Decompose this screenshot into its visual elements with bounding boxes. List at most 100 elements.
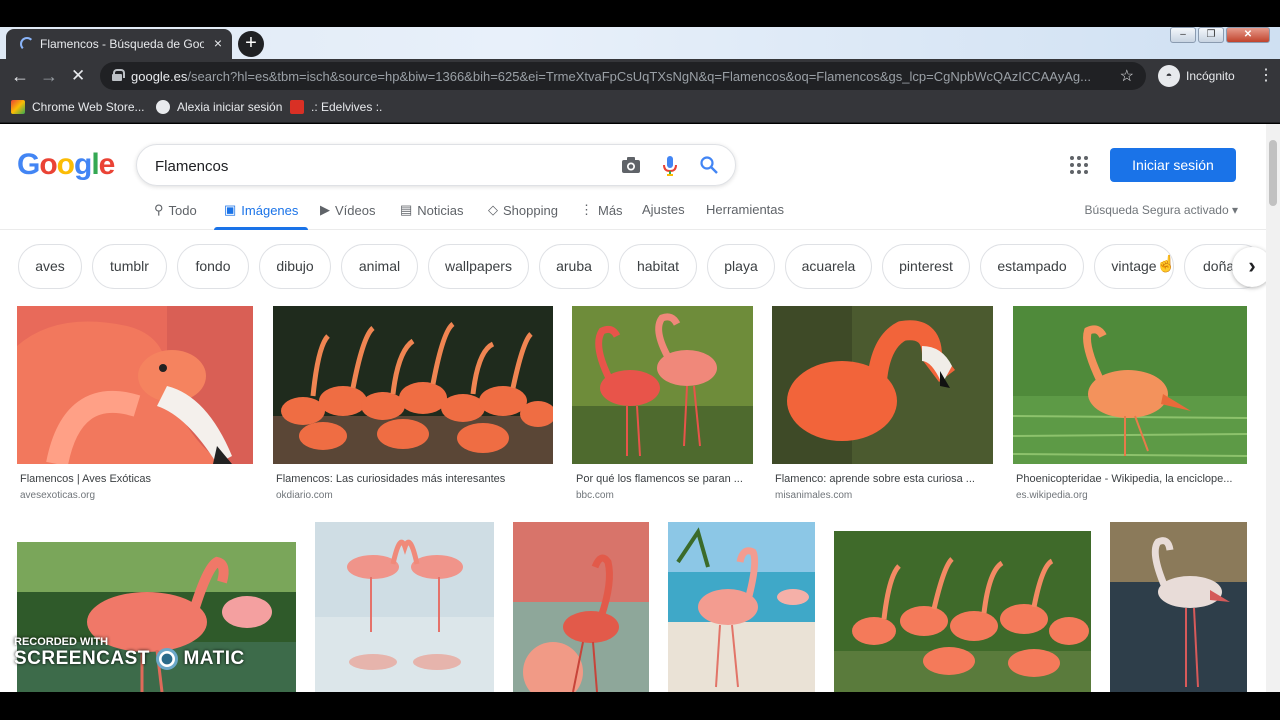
- safesearch-label: Búsqueda Segura activado: [1084, 203, 1229, 217]
- chip[interactable]: estampado: [980, 244, 1084, 289]
- result-source: bbc.com: [576, 490, 614, 501]
- chip[interactable]: tumblr: [92, 244, 167, 289]
- result-caption[interactable]: Flamencos | Aves Exóticas avesexoticas.or…: [20, 473, 253, 501]
- chip[interactable]: pinterest: [882, 244, 970, 289]
- chip[interactable]: acuarela: [785, 244, 872, 289]
- browser-menu-icon[interactable]: ⋮: [1258, 65, 1274, 85]
- more-vert-icon: ⋮: [580, 202, 593, 217]
- active-tab-indicator: [214, 227, 308, 230]
- chip[interactable]: dibujo: [259, 244, 331, 289]
- bookmark-label: .: Edelvives :.: [311, 100, 383, 114]
- result-caption[interactable]: Flamencos: Las curiosidades más interesa…: [276, 473, 553, 501]
- search-icon[interactable]: [700, 156, 718, 179]
- result-title: Flamencos | Aves Exóticas: [20, 473, 152, 485]
- incognito-icon: ◓: [1158, 65, 1180, 87]
- window-controls: ‒ ❐ ✕: [1170, 27, 1270, 43]
- tab-images[interactable]: ▣ Imágenes: [224, 202, 298, 218]
- result-image[interactable]: [17, 306, 253, 464]
- chevron-right-icon[interactable]: ›: [1232, 247, 1266, 287]
- search-box: [136, 144, 736, 186]
- restore-button[interactable]: ❐: [1198, 27, 1224, 43]
- google-apps-icon[interactable]: [1070, 156, 1088, 174]
- new-tab-button[interactable]: +: [238, 31, 264, 57]
- bookmarks-bar: Chrome Web Store... Alexia iniciar sesió…: [0, 93, 1280, 123]
- tab-news[interactable]: ▤ Noticias: [400, 202, 464, 218]
- dropdown-arrow-icon: ▾: [1231, 203, 1238, 217]
- result-image[interactable]: [668, 522, 815, 692]
- bookmark-alexia[interactable]: Alexia iniciar sesión: [156, 100, 282, 114]
- watermark-screencast: SCREENCAST: [14, 648, 150, 670]
- settings-link[interactable]: Ajustes: [642, 202, 685, 217]
- mouse-pointer-icon: ☝: [1156, 256, 1176, 273]
- logo-letter: g: [74, 148, 92, 181]
- lock-icon: [112, 69, 125, 81]
- tools-link[interactable]: Herramientas: [706, 202, 784, 217]
- minimize-button[interactable]: ‒: [1170, 27, 1196, 43]
- watermark-line1: RECORDED WITH: [14, 636, 109, 648]
- chip[interactable]: playa: [707, 244, 775, 289]
- bookmark-chrome-web-store[interactable]: Chrome Web Store...: [11, 100, 145, 114]
- tab-label: Shopping: [503, 202, 558, 218]
- result-source: es.wikipedia.org: [1016, 490, 1088, 501]
- tab-all[interactable]: ⚲ Todo: [154, 202, 197, 218]
- chip[interactable]: animal: [341, 244, 418, 289]
- result-image[interactable]: [772, 306, 993, 464]
- window-close-button[interactable]: ✕: [1226, 27, 1270, 43]
- chip[interactable]: aves: [18, 244, 82, 289]
- screen: Flamencos - Búsqueda de Google × + ‒ ❐ ✕…: [0, 0, 1280, 720]
- bookmark-label: Alexia iniciar sesión: [177, 100, 283, 114]
- browser-tab[interactable]: Flamencos - Búsqueda de Google ×: [6, 29, 232, 59]
- tab-videos[interactable]: ▶ Vídeos: [320, 202, 375, 218]
- video-icon: ▶: [320, 202, 330, 217]
- chip[interactable]: habitat: [619, 244, 697, 289]
- chip[interactable]: wallpapers: [428, 244, 529, 289]
- tab-more[interactable]: ⋮ Más: [580, 202, 623, 218]
- sign-in-button[interactable]: Iniciar sesión: [1110, 148, 1236, 182]
- result-image[interactable]: [572, 306, 753, 464]
- result-caption[interactable]: Phoenicopteridae - Wikipedia, la enciclo…: [1016, 473, 1247, 501]
- edelvives-icon: [290, 100, 304, 114]
- result-image[interactable]: [315, 522, 494, 692]
- result-caption[interactable]: Por qué los flamencos se paran ... bbc.co…: [576, 473, 753, 501]
- result-title: Por qué los flamencos se paran ...: [576, 473, 743, 485]
- result-image[interactable]: [1013, 306, 1247, 464]
- incognito-indicator[interactable]: ◓ Incógnito: [1158, 65, 1235, 87]
- stop-loading-icon[interactable]: ✕: [71, 66, 85, 86]
- address-bar[interactable]: google.es/search?hl=es&tbm=isch&source=h…: [100, 62, 1146, 90]
- logo-letter: e: [98, 148, 116, 181]
- scrollbar-thumb[interactable]: [1269, 140, 1277, 206]
- tab-label: Todo: [168, 202, 197, 218]
- google-images-page: Google Iniciar sesión ⚲ Todo ▣: [0, 124, 1266, 692]
- back-icon[interactable]: ←: [11, 66, 29, 87]
- chip[interactable]: fondo: [177, 244, 249, 289]
- search-icon: ⚲: [154, 202, 164, 217]
- tab-label: Vídeos: [335, 202, 376, 218]
- logo-letter: G: [17, 148, 40, 181]
- camera-icon[interactable]: [621, 156, 641, 179]
- tab-title: Flamencos - Búsqueda de Google: [40, 37, 204, 51]
- watermark-matic: MATIC: [183, 648, 245, 670]
- result-caption[interactable]: Flamenco: aprende sobre esta curiosa ...…: [775, 473, 993, 501]
- page-scrollbar[interactable]: [1266, 124, 1280, 692]
- result-image[interactable]: [1110, 522, 1247, 692]
- logo-letter: o: [56, 148, 75, 181]
- google-logo[interactable]: Google: [17, 148, 116, 182]
- tab-close-icon[interactable]: ×: [214, 35, 222, 51]
- logo-letter: o: [39, 148, 57, 181]
- url-path: /search?hl=es&tbm=isch&source=hp&biw=136…: [187, 69, 1091, 84]
- bookmark-star-icon[interactable]: ☆: [1120, 66, 1134, 86]
- search-input[interactable]: [155, 155, 595, 177]
- search-tabs: ⚲ Todo ▣ Imágenes ▶ Vídeos ▤ Noticias ◇ …: [0, 196, 1266, 230]
- bookmark-edelvives[interactable]: .: Edelvives :.: [290, 100, 382, 114]
- tab-shopping[interactable]: ◇ Shopping: [488, 202, 558, 218]
- safesearch-toggle[interactable]: Búsqueda Segura activado ▾: [1085, 203, 1238, 217]
- result-image[interactable]: [273, 306, 553, 464]
- record-icon: [155, 648, 178, 670]
- result-title: Phoenicopteridae - Wikipedia, la enciclo…: [1016, 473, 1233, 485]
- result-image[interactable]: [513, 522, 649, 692]
- microphone-icon[interactable]: [663, 156, 677, 181]
- chip[interactable]: aruba: [539, 244, 609, 289]
- image-icon: ▣: [224, 202, 237, 217]
- forward-icon[interactable]: →: [40, 66, 58, 87]
- result-image[interactable]: [834, 531, 1091, 692]
